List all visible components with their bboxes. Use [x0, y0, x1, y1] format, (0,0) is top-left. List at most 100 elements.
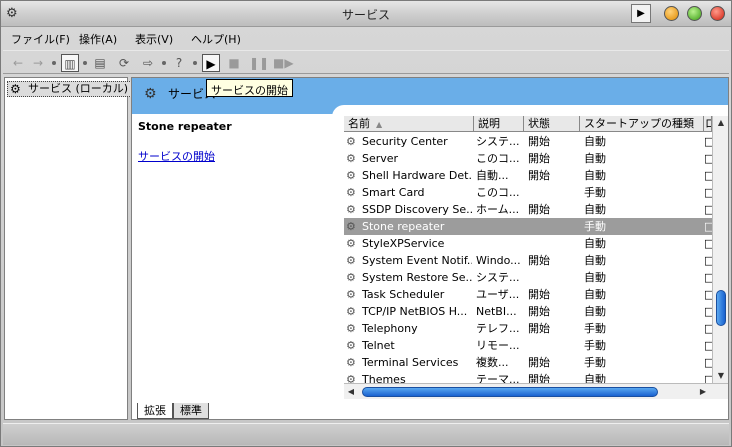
- service-description-cell: 複数...: [476, 356, 509, 369]
- horizontal-scroll-thumb[interactable]: [362, 387, 658, 397]
- table-row[interactable]: ⚙SSDP Discovery Se... ホーム... 開始 自動 □: [344, 201, 712, 218]
- vertical-scroll-thumb[interactable]: [716, 290, 726, 326]
- view-tabs: 拡張 標準: [131, 403, 729, 421]
- service-startup-cell: 自動: [584, 152, 606, 165]
- service-name-cell: ⚙ System Restore Se...: [346, 271, 472, 284]
- service-name-cell: ⚙ TCP/IP NetBIOS H...: [346, 305, 468, 318]
- service-gear-icon: ⚙: [346, 237, 356, 250]
- table-row[interactable]: ⚙System Restore Se... システ... 自動 □: [344, 269, 712, 286]
- pause-service-icon[interactable]: ❚❚: [249, 54, 269, 72]
- details-pane: ⚙ サービス Stone repeater サービスの開始 名前 ▲ 説明 状態 …: [131, 77, 729, 420]
- service-description-cell: 自動...: [476, 169, 509, 182]
- status-bar: [3, 423, 729, 445]
- column-header-logon[interactable]: ロ: [704, 116, 712, 132]
- show-hide-tree-icon[interactable]: ▥: [61, 54, 79, 72]
- list-header: 名前▲ 説明 状態 スタートアップの種類 ロ: [344, 116, 712, 132]
- service-description-cell: システ...: [476, 135, 520, 148]
- table-row[interactable]: ⚙Security Center システ... 開始 自動 □: [344, 133, 712, 150]
- forward-arrow-icon[interactable]: →: [29, 54, 47, 72]
- start-service-link[interactable]: サービスの開始: [138, 148, 215, 164]
- column-header-name[interactable]: 名前 ▲: [344, 116, 474, 132]
- table-row[interactable]: ⚙TCP/IP NetBIOS H... NetBI... 開始 自動 □: [344, 303, 712, 320]
- table-row[interactable]: ⚙Smart Card このコ... 手動 □: [344, 184, 712, 201]
- scroll-up-arrow-icon[interactable]: ▲: [713, 116, 728, 130]
- service-startup-cell: 自動: [584, 237, 606, 250]
- horizontal-scrollbar[interactable]: ◀ ▶: [344, 383, 728, 399]
- restart-service-icon[interactable]: ■▶: [273, 54, 294, 72]
- scroll-left-arrow-icon[interactable]: ◀: [344, 384, 358, 400]
- service-gear-icon: ⚙: [346, 220, 356, 233]
- service-logon-cell: □: [704, 337, 712, 354]
- service-gear-icon: ⚙: [346, 254, 356, 267]
- service-startup-cell: 手動: [584, 339, 606, 352]
- service-gear-icon: ⚙: [346, 186, 356, 199]
- stop-service-icon[interactable]: ■: [225, 54, 243, 72]
- tab-standard[interactable]: 標準: [173, 403, 209, 419]
- tree-item-label: サービス (ローカル): [28, 82, 129, 95]
- window-title: サービス: [341, 8, 390, 22]
- service-gear-icon: ⚙: [346, 339, 356, 352]
- table-row[interactable]: ⚙Server このコ... 開始 自動 □: [344, 150, 712, 167]
- service-status-cell: 開始: [528, 135, 550, 148]
- help-icon[interactable]: ?: [170, 54, 188, 72]
- services-gear-icon: ⚙: [10, 82, 21, 96]
- titlebar-play-button[interactable]: ▶: [631, 4, 651, 23]
- table-row[interactable]: ⚙StyleXPService 自動 □: [344, 235, 712, 252]
- service-logon-cell: □: [704, 354, 712, 371]
- menu-action[interactable]: 操作(A): [79, 31, 117, 47]
- service-startup-cell: 手動: [584, 356, 606, 369]
- service-name-cell: ⚙ Smart Card: [346, 186, 425, 199]
- service-name-cell: ⚙ SSDP Discovery Se...: [346, 203, 472, 216]
- toolbar-separator: [52, 61, 56, 65]
- service-logon-cell: □: [704, 167, 712, 184]
- table-row[interactable]: ⚙System Event Notif... Windo... 開始 自動 □: [344, 252, 712, 269]
- service-status-cell: 開始: [528, 288, 550, 301]
- table-row[interactable]: ⚙Terminal Services 複数... 開始 手動 □: [344, 354, 712, 371]
- column-header-startup-type[interactable]: スタートアップの種類: [580, 116, 704, 132]
- table-row[interactable]: ⚙Telnet リモー... 手動 □: [344, 337, 712, 354]
- menu-help[interactable]: ヘルプ(H): [191, 31, 241, 47]
- vertical-scrollbar[interactable]: ▲ ▼: [712, 116, 728, 383]
- service-description-cell: ユーザ...: [476, 288, 520, 301]
- minimize-button[interactable]: [664, 6, 679, 21]
- tree-item-services-local[interactable]: ⚙ サービス (ローカル): [7, 81, 133, 97]
- scroll-right-arrow-icon[interactable]: ▶: [696, 384, 710, 400]
- table-row[interactable]: ⚙Shell Hardware Det... 自動... 開始 自動 □: [344, 167, 712, 184]
- service-gear-icon: ⚙: [346, 288, 356, 301]
- back-arrow-icon[interactable]: ←: [9, 54, 27, 72]
- service-gear-icon: ⚙: [346, 135, 356, 148]
- service-name-cell: ⚙ Shell Hardware Det...: [346, 169, 472, 182]
- service-logon-cell: □: [704, 286, 712, 303]
- tab-extended[interactable]: 拡張: [137, 403, 173, 419]
- service-gear-icon: ⚙: [346, 356, 356, 369]
- console-tree: ⚙ サービス (ローカル): [4, 77, 133, 420]
- service-logon-cell: □: [704, 184, 712, 201]
- export-list-icon[interactable]: ⇨: [139, 54, 157, 72]
- refresh-icon[interactable]: ⟳: [115, 54, 133, 72]
- service-name-cell: ⚙ Telephony: [346, 322, 418, 335]
- column-header-description[interactable]: 説明: [474, 116, 524, 132]
- selected-service-name: Stone repeater: [138, 120, 232, 133]
- service-gear-icon: ⚙: [346, 305, 356, 318]
- service-name-cell: ⚙ Terminal Services: [346, 356, 459, 369]
- service-name-cell: ⚙ Stone repeater: [346, 220, 445, 233]
- service-logon-cell: □: [704, 320, 712, 337]
- properties-icon[interactable]: ▤: [91, 54, 109, 72]
- service-logon-cell: □: [704, 252, 712, 269]
- start-service-icon[interactable]: ▶: [202, 54, 220, 72]
- service-description-cell: テレフ...: [476, 322, 520, 335]
- scroll-down-arrow-icon[interactable]: ▼: [713, 369, 728, 383]
- table-row[interactable]: ⚙Task Scheduler ユーザ... 開始 自動 □: [344, 286, 712, 303]
- toolbar: ← → ▥ ▤ ⟳ ⇨ ? ▶ ■ ❚❚ ■▶: [3, 50, 729, 74]
- service-gear-icon: ⚙: [346, 169, 356, 182]
- close-button[interactable]: [710, 6, 725, 21]
- service-description-cell: Windo...: [476, 254, 521, 267]
- menu-view[interactable]: 表示(V): [135, 31, 173, 47]
- maximize-button[interactable]: [687, 6, 702, 21]
- service-status-cell: 開始: [528, 203, 550, 216]
- table-row[interactable]: ⚙Stone repeater 手動 □: [344, 218, 712, 235]
- column-header-status[interactable]: 状態: [524, 116, 580, 132]
- table-row[interactable]: ⚙Telephony テレフ... 開始 手動 □: [344, 320, 712, 337]
- menu-file[interactable]: ファイル(F): [11, 31, 70, 47]
- service-logon-cell: □: [704, 235, 712, 252]
